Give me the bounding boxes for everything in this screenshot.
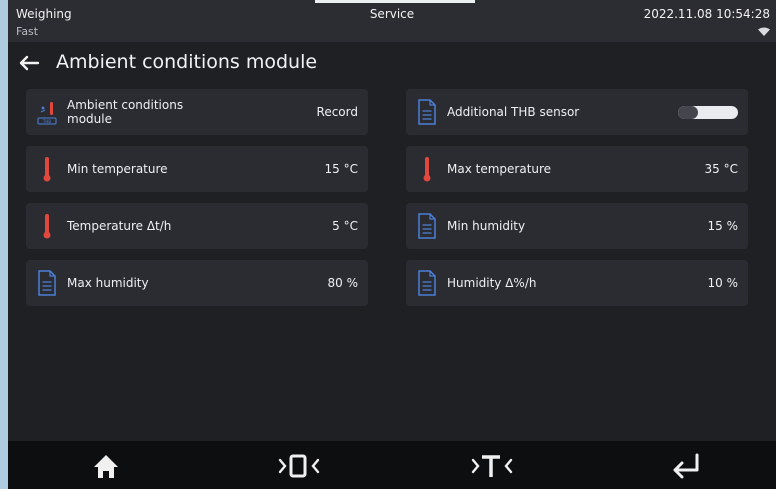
status-bar: Weighing Fast Service 2022.11.08 10:54:2… [8,0,776,42]
home-icon[interactable] [76,445,136,485]
tile-value: 15 °C [324,162,358,176]
tile-value: 5 °C [332,219,358,233]
tare-icon[interactable] [463,445,523,485]
thermometer-icon [423,157,431,182]
tile-temperature-delta[interactable]: Temperature Δt/h 5 °C [26,203,368,249]
tile-label: Min temperature [67,162,168,176]
tile-label: Humidity Δ%/h [447,276,537,290]
tile-humidity-delta[interactable]: Humidity Δ%/h 10 % [406,260,748,306]
tile-label: Min humidity [447,219,526,233]
bottom-navigation [8,441,776,489]
tile-value: Record [316,105,358,119]
tile-additional-thb-sensor[interactable]: Additional THB sensor [406,89,748,135]
tile-label: Temperature Δt/h [67,219,172,233]
tile-label: Additional THB sensor [447,105,580,119]
thb-sensor-icon: THB [37,102,57,125]
tile-label: Max temperature [447,162,552,176]
datetime: 2022.11.08 10:54:28 [643,7,770,21]
zero-icon[interactable] [270,445,330,485]
tile-ambient-conditions-module[interactable]: THB Ambient conditions module Record [26,89,368,135]
document-icon [418,270,436,296]
app-screen: Weighing Fast Service 2022.11.08 10:54:2… [8,0,776,489]
page-title: Ambient conditions module [56,51,318,73]
wifi-icon [758,27,770,36]
thermometer-icon [43,157,51,182]
profile-label[interactable]: Fast [16,25,38,38]
page-header: Ambient conditions module [8,46,776,80]
tile-max-temperature[interactable]: Max temperature 35 °C [406,146,748,192]
tile-value: 15 % [707,219,739,233]
toggle-knob [678,106,698,119]
tile-value: 35 °C [704,162,738,176]
back-arrow-icon[interactable] [16,50,42,76]
document-icon [418,213,436,239]
thermometer-icon [43,214,51,239]
thb-sensor-toggle[interactable] [678,106,738,119]
svg-text:THB: THB [42,119,51,124]
tile-min-temperature[interactable]: Min temperature 15 °C [26,146,368,192]
tile-label: Ambient conditions module [67,98,184,126]
document-icon [418,99,436,125]
document-icon [38,270,56,296]
tile-label: Max humidity [67,276,149,290]
tile-value: 80 % [327,276,359,290]
tile-min-humidity[interactable]: Min humidity 15 % [406,203,748,249]
enter-icon[interactable] [655,445,715,485]
tile-value: 10 % [707,276,739,290]
service-indicator-line [315,0,475,3]
tile-max-humidity[interactable]: Max humidity 80 % [26,260,368,306]
